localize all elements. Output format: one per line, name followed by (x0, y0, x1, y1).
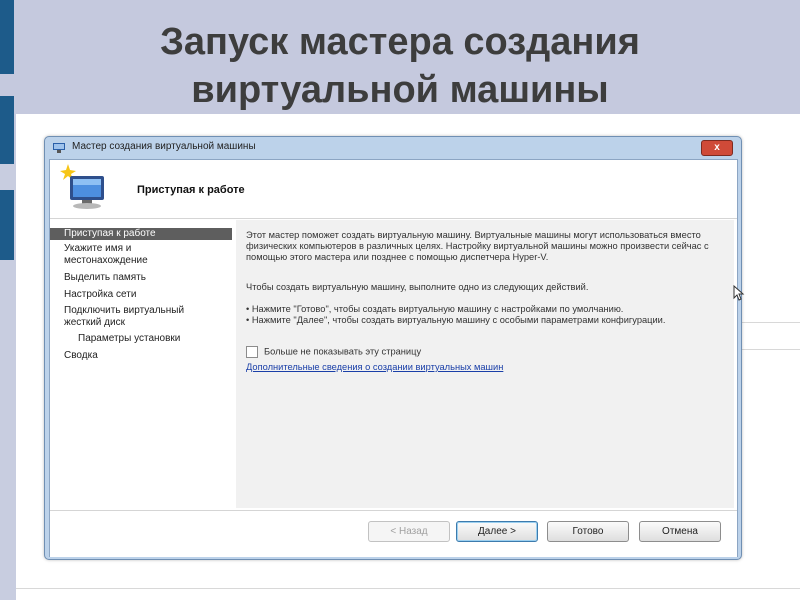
step-summary[interactable]: Сводка (50, 350, 232, 362)
slide-title: Запуск мастера создания виртуальной маши… (0, 18, 800, 114)
step-installation-options[interactable]: Параметры установки (50, 333, 232, 345)
step-connect-virtual-disk[interactable]: Подключить виртуальный (50, 305, 232, 317)
wizard-step-list: Приступая к работе Укажите имя и местона… (50, 228, 232, 478)
instruction-text: Чтобы создать виртуальную машину, выполн… (246, 282, 589, 292)
dont-show-checkbox[interactable] (246, 346, 258, 358)
next-button[interactable]: Далее > (456, 521, 538, 542)
wizard-content-panel: Этот мастер поможет создать виртуальную … (236, 220, 734, 508)
finish-button[interactable]: Готово (547, 521, 629, 542)
step-connect-virtual-disk-line2[interactable]: жесткий диск (50, 317, 232, 329)
slide-bottom-line (16, 588, 800, 589)
new-virtual-machine-icon (60, 164, 104, 209)
slide-title-line-2: виртуальной машины (191, 69, 609, 111)
step-getting-started[interactable]: Приступая к работе (50, 228, 232, 240)
finish-bullet: • Нажмите "Готово", чтобы создать виртуа… (246, 304, 624, 314)
wizard-window: Мастер создания виртуальной машины x При… (44, 136, 742, 560)
hyper-v-app-icon (53, 143, 65, 153)
slide-title-line-1: Запуск мастера создания (160, 21, 640, 63)
dont-show-row: Больше не показывать эту страницу (246, 346, 421, 358)
step-assign-memory[interactable]: Выделить память (50, 272, 232, 284)
back-button[interactable]: < Назад (368, 521, 450, 542)
step-name-location[interactable]: Укажите имя и (50, 243, 232, 255)
step-name-location-line2[interactable]: местонахождение (50, 255, 232, 267)
dont-show-label[interactable]: Больше не показывать эту страницу (264, 347, 421, 357)
wizard-header: Приступая к работе (50, 160, 737, 219)
side-tab (0, 190, 14, 260)
window-client-area: Приступая к работе Приступая к работе Ук… (49, 159, 738, 557)
mouse-cursor-icon (733, 285, 745, 301)
decorative-lines (740, 322, 800, 350)
wizard-button-bar: < Назад Далее > Готово Отмена (50, 510, 737, 557)
next-bullet: • Нажмите "Далее", чтобы создать виртуал… (246, 315, 666, 325)
close-button[interactable]: x (701, 140, 733, 156)
window-title: Мастер создания виртуальной машины (72, 141, 256, 152)
step-configure-network[interactable]: Настройка сети (50, 289, 232, 301)
intro-text: Этот мастер поможет создать виртуальную … (246, 230, 709, 262)
window-titlebar[interactable]: Мастер создания виртуальной машины x (45, 137, 741, 159)
more-info-link[interactable]: Дополнительные сведения о создании вирту… (246, 362, 503, 373)
wizard-page-title: Приступая к работе (137, 184, 245, 196)
cancel-button[interactable]: Отмена (639, 521, 721, 542)
